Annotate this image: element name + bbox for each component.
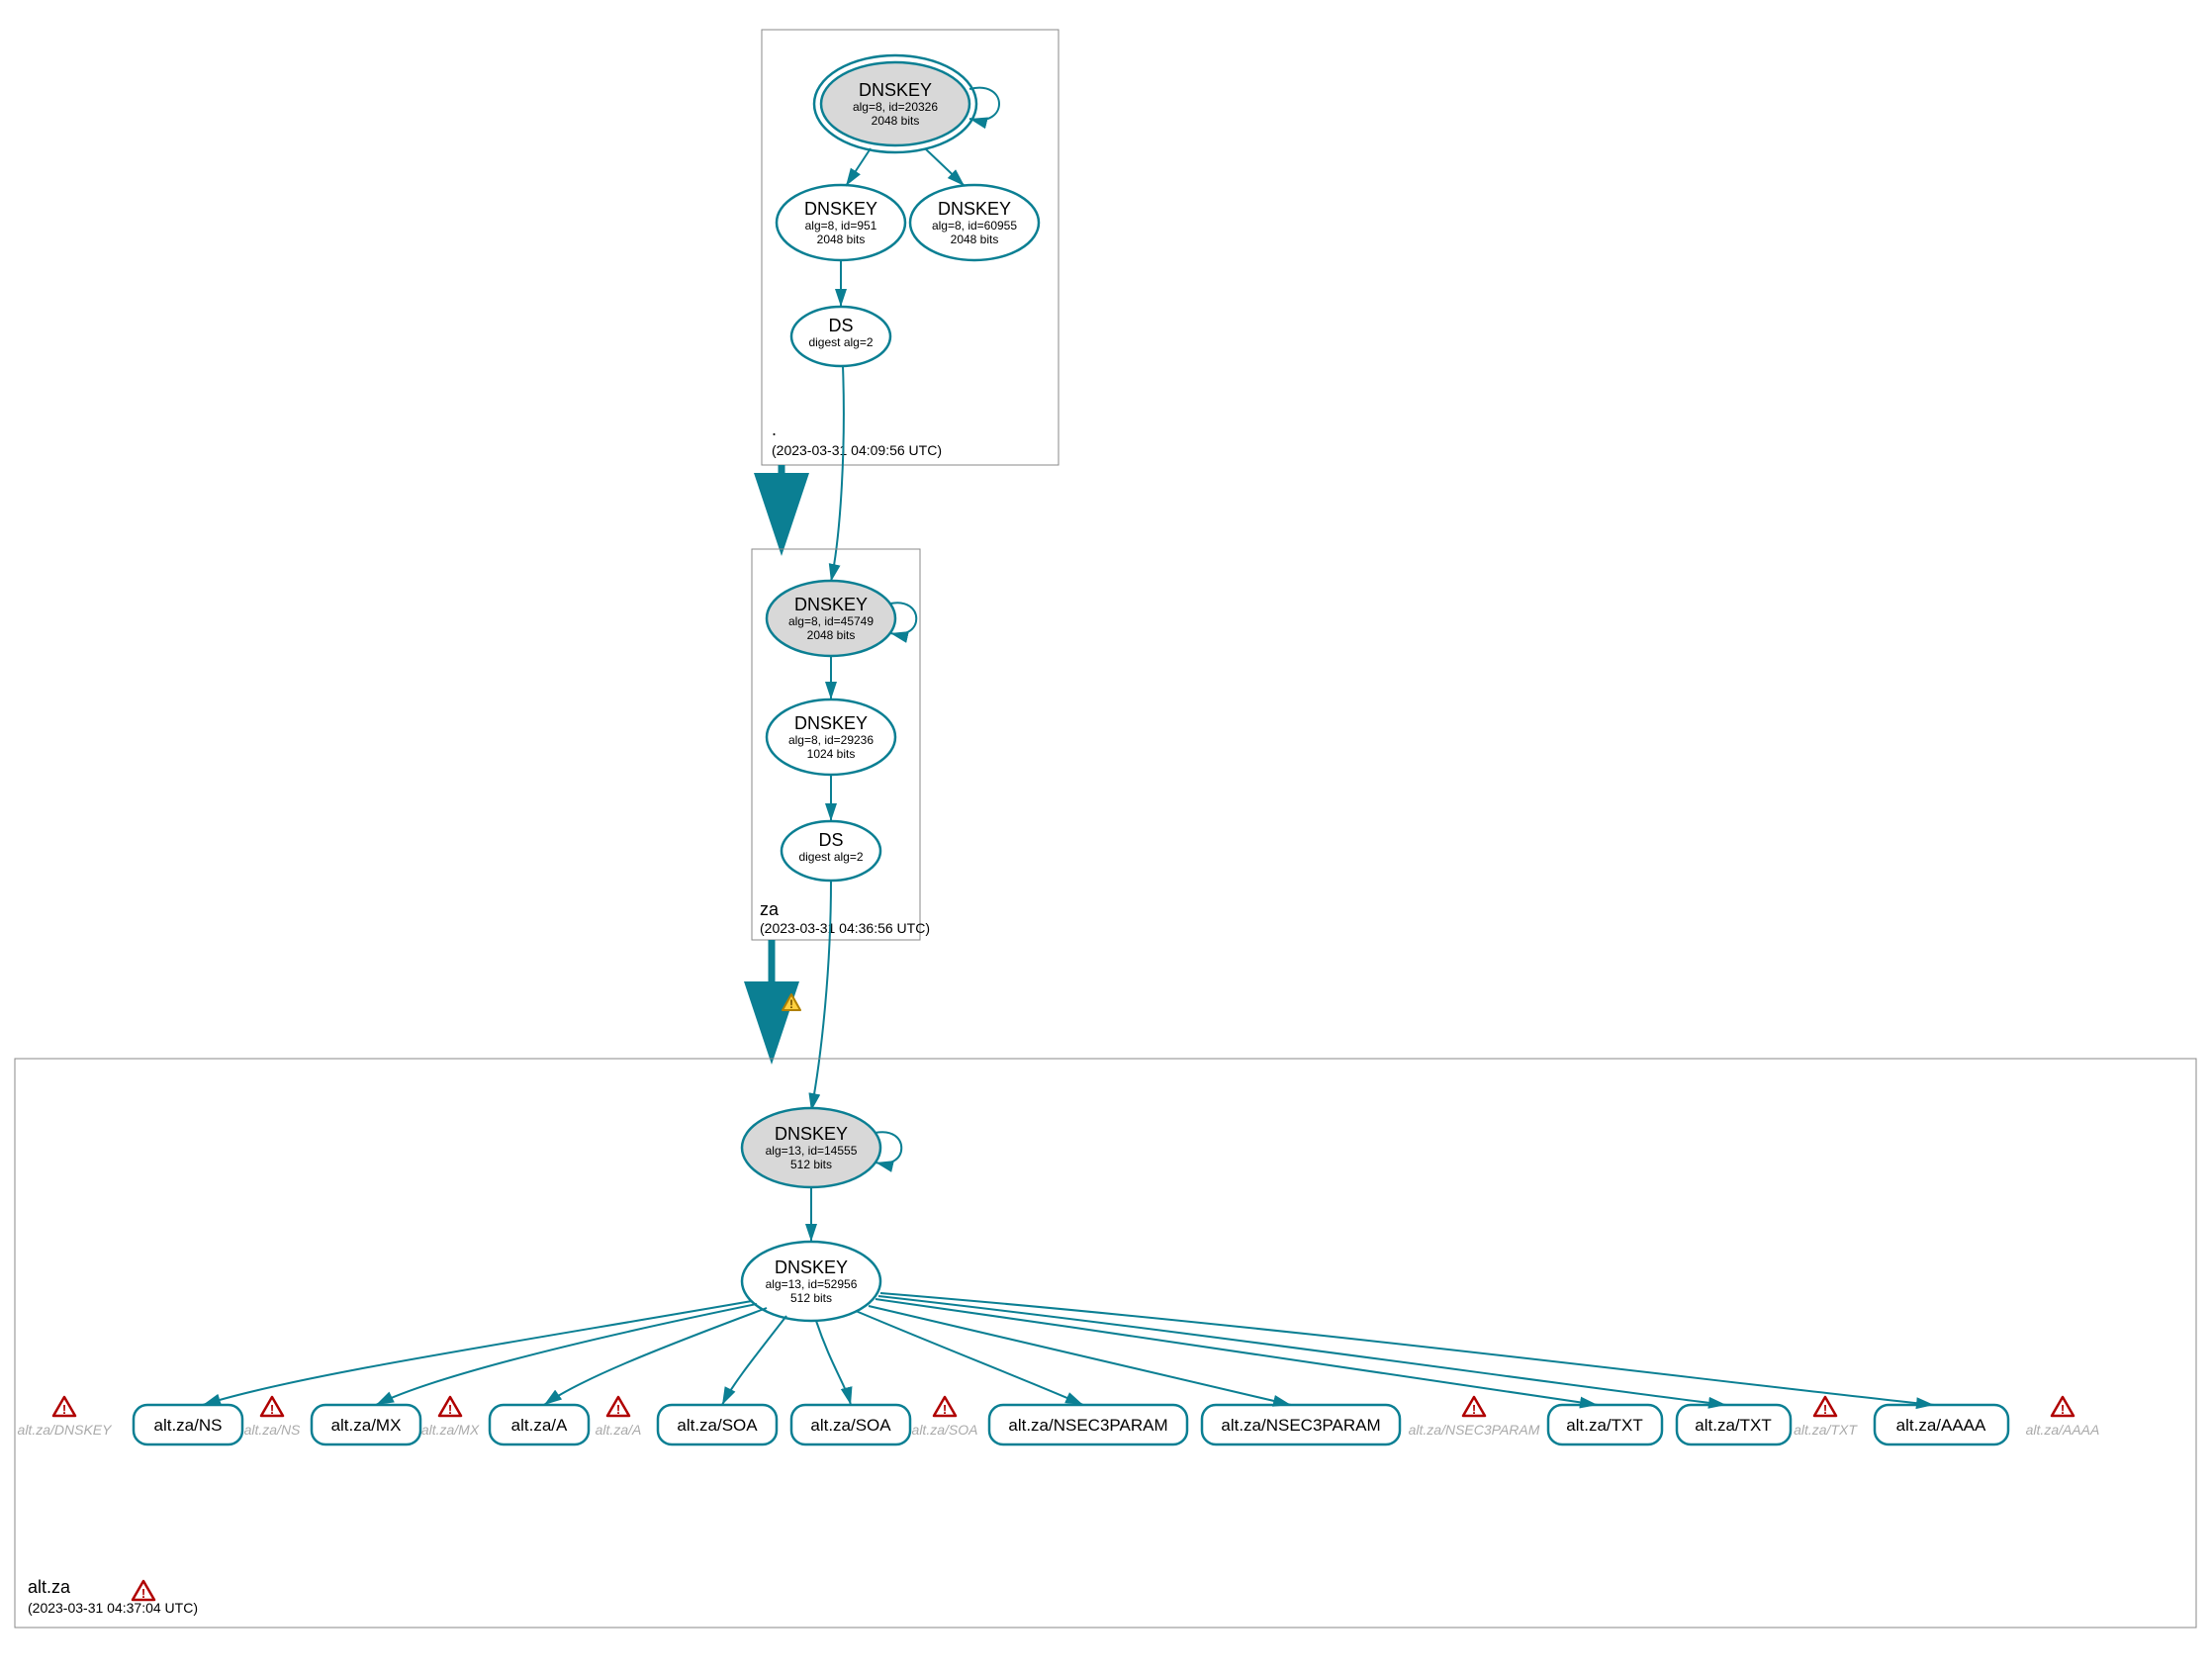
zone-alt-label: alt.za [28, 1577, 71, 1597]
svg-text:alt.za/SOA: alt.za/SOA [810, 1416, 891, 1435]
rrset-soa2[interactable]: alt.za/SOA [791, 1405, 910, 1444]
rrset-n3p1[interactable]: alt.za/NSEC3PARAM [989, 1405, 1187, 1444]
zone-za: za (2023-03-31 04:36:56 UTC) DNSKEY alg=… [752, 549, 930, 940]
rrset-txt1[interactable]: alt.za/TXT [1548, 1405, 1662, 1444]
svg-text:!: ! [270, 1402, 274, 1417]
svg-text:alt.za/NS: alt.za/NS [154, 1416, 223, 1435]
svg-text:DNSKEY: DNSKEY [938, 199, 1011, 219]
warn-mx-icon[interactable]: ! [439, 1397, 461, 1417]
node-za-ds[interactable]: DS digest alg=2 [782, 821, 880, 881]
warn-dnskey-icon[interactable]: ! [53, 1397, 75, 1417]
svg-text:1024 bits: 1024 bits [807, 747, 856, 761]
node-root-ds[interactable]: DS digest alg=2 [791, 307, 890, 366]
svg-text:2048 bits: 2048 bits [872, 114, 920, 128]
zone-alt-warning-icon[interactable]: ! [133, 1581, 154, 1601]
rrset-a[interactable]: alt.za/A [490, 1405, 589, 1444]
svg-text:alt.za/A: alt.za/A [511, 1416, 568, 1435]
svg-text:!: ! [141, 1586, 145, 1601]
svg-text:DNSKEY: DNSKEY [859, 80, 932, 100]
node-root-ksk[interactable]: DNSKEY alg=8, id=20326 2048 bits [814, 55, 976, 152]
warn-ns-icon[interactable]: ! [261, 1397, 283, 1417]
grey-aaaa: alt.za/AAAA [2026, 1422, 2100, 1438]
svg-text:2048 bits: 2048 bits [951, 233, 999, 246]
zone-alt-ts: (2023-03-31 04:37:04 UTC) [28, 1600, 198, 1616]
rrset-soa1[interactable]: alt.za/SOA [658, 1405, 777, 1444]
svg-text:!: ! [616, 1402, 620, 1417]
grey-dnskey: alt.za/DNSKEY [18, 1422, 114, 1438]
node-za-zsk[interactable]: DNSKEY alg=8, id=29236 1024 bits [767, 699, 895, 775]
svg-text:DS: DS [818, 830, 843, 850]
svg-text:alg=8, id=20326: alg=8, id=20326 [853, 100, 938, 114]
svg-text:DNSKEY: DNSKEY [775, 1124, 848, 1144]
node-za-ksk[interactable]: DNSKEY alg=8, id=45749 2048 bits [767, 581, 895, 656]
node-alt-ksk[interactable]: DNSKEY alg=13, id=14555 512 bits [742, 1108, 880, 1187]
svg-text:alt.za/TXT: alt.za/TXT [1566, 1416, 1642, 1435]
svg-text:alt.za/AAAA: alt.za/AAAA [1896, 1416, 1986, 1435]
svg-text:alg=13, id=14555: alg=13, id=14555 [766, 1144, 858, 1158]
svg-text:DNSKEY: DNSKEY [794, 713, 868, 733]
svg-text:alg=8, id=951: alg=8, id=951 [805, 219, 877, 233]
warn-soa-icon[interactable]: ! [934, 1397, 956, 1417]
svg-text:alg=13, id=52956: alg=13, id=52956 [766, 1277, 858, 1291]
svg-text:alt.za/NSEC3PARAM: alt.za/NSEC3PARAM [1221, 1416, 1380, 1435]
svg-text:!: ! [2061, 1402, 2065, 1417]
dnssec-graph: . (2023-03-31 04:09:56 UTC) DNSKEY alg=8… [0, 0, 2212, 1676]
rrset-aaaa[interactable]: alt.za/AAAA [1875, 1405, 2008, 1444]
svg-text:!: ! [943, 1402, 947, 1417]
svg-text:alg=8, id=60955: alg=8, id=60955 [932, 219, 1017, 233]
svg-text:alt.za/NSEC3PARAM: alt.za/NSEC3PARAM [1008, 1416, 1167, 1435]
svg-text:digest alg=2: digest alg=2 [808, 335, 873, 349]
grey-ns: alt.za/NS [244, 1422, 301, 1438]
svg-text:2048 bits: 2048 bits [817, 233, 866, 246]
svg-text:!: ! [1472, 1402, 1476, 1417]
svg-text:digest alg=2: digest alg=2 [798, 850, 863, 864]
rrset-txt2[interactable]: alt.za/TXT [1677, 1405, 1791, 1444]
svg-text:DNSKEY: DNSKEY [794, 595, 868, 614]
svg-text:DS: DS [828, 316, 853, 335]
grey-mx: alt.za/MX [421, 1422, 480, 1438]
grey-txt: alt.za/TXT [1794, 1422, 1858, 1438]
zone-root: . (2023-03-31 04:09:56 UTC) DNSKEY alg=8… [762, 30, 1059, 465]
rrset-ns[interactable]: alt.za/NS [134, 1405, 242, 1444]
grey-n3p: alt.za/NSEC3PARAM [1409, 1422, 1540, 1438]
zone-root-ts: (2023-03-31 04:09:56 UTC) [772, 442, 942, 458]
svg-text:!: ! [448, 1402, 452, 1417]
zone-root-label: . [772, 419, 777, 439]
warn-n3p-icon[interactable]: ! [1463, 1397, 1485, 1417]
svg-text:512 bits: 512 bits [790, 1291, 832, 1305]
grey-a: alt.za/A [596, 1422, 642, 1438]
edge-rootksk-zsk1 [846, 148, 871, 186]
svg-text:alt.za/TXT: alt.za/TXT [1695, 1416, 1771, 1435]
edge-rootksk-zsk2 [925, 148, 965, 186]
grey-soa: alt.za/SOA [912, 1422, 978, 1438]
warn-txt-icon[interactable]: ! [1814, 1397, 1836, 1417]
svg-text:alg=8, id=29236: alg=8, id=29236 [788, 733, 874, 747]
svg-text:DNSKEY: DNSKEY [804, 199, 877, 219]
warn-a-icon[interactable]: ! [607, 1397, 629, 1417]
svg-text:alg=8, id=45749: alg=8, id=45749 [788, 614, 874, 628]
zone-za-ts: (2023-03-31 04:36:56 UTC) [760, 920, 930, 936]
edge-zads-altksk [811, 881, 831, 1111]
node-root-zsk2[interactable]: DNSKEY alg=8, id=60955 2048 bits [910, 185, 1039, 260]
zone-za-label: za [760, 899, 780, 919]
warn-aaaa-icon[interactable]: ! [2052, 1397, 2074, 1417]
svg-text:!: ! [62, 1402, 66, 1417]
svg-text:alt.za/MX: alt.za/MX [331, 1416, 402, 1435]
svg-text:!: ! [1823, 1402, 1827, 1417]
node-root-zsk1[interactable]: DNSKEY alg=8, id=951 2048 bits [777, 185, 905, 260]
svg-text:DNSKEY: DNSKEY [775, 1257, 848, 1277]
svg-text:2048 bits: 2048 bits [807, 628, 856, 642]
svg-text:!: ! [789, 997, 793, 1011]
svg-text:alt.za/SOA: alt.za/SOA [677, 1416, 758, 1435]
rrset-mx[interactable]: alt.za/MX [312, 1405, 420, 1444]
warning-deleg-icon[interactable]: ! [783, 994, 800, 1011]
zone-alt: alt.za (2023-03-31 04:37:04 UTC) ! DNSKE… [15, 1059, 2196, 1628]
svg-text:512 bits: 512 bits [790, 1158, 832, 1171]
rrset-n3p2[interactable]: alt.za/NSEC3PARAM [1202, 1405, 1400, 1444]
